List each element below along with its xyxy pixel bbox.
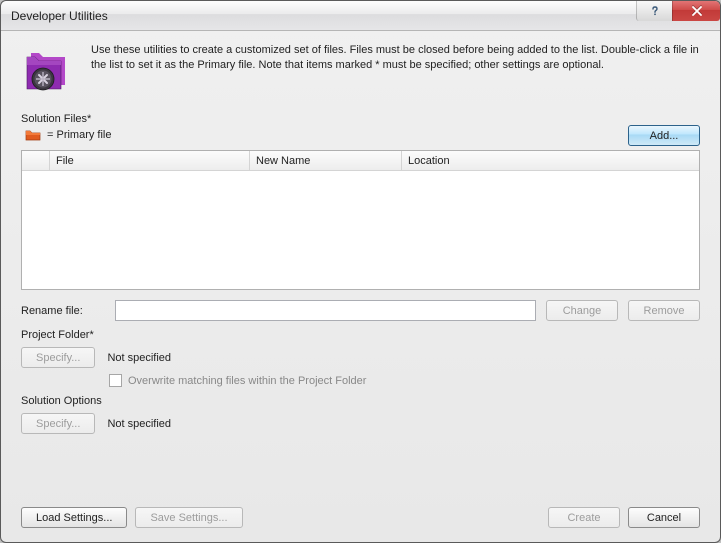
create-button[interactable]: Create [548, 507, 620, 528]
close-button[interactable] [672, 1, 720, 21]
solution-files-label: Solution Files* [21, 113, 700, 125]
save-settings-button[interactable]: Save Settings... [135, 507, 242, 528]
app-icon [21, 43, 77, 99]
remove-button[interactable]: Remove [628, 300, 700, 321]
overwrite-checkbox[interactable] [109, 374, 122, 387]
overwrite-row: Overwrite matching files within the Proj… [109, 374, 700, 387]
solution-options-row: Specify... Not specified [21, 413, 700, 434]
close-icon [691, 6, 703, 16]
file-table: File New Name Location [21, 150, 700, 290]
intro-text: Use these utilities to create a customiz… [91, 43, 700, 99]
load-settings-button[interactable]: Load Settings... [21, 507, 127, 528]
change-button[interactable]: Change [546, 300, 618, 321]
solution-options-status: Not specified [107, 418, 171, 430]
dialog-content: Use these utilities to create a customiz… [1, 31, 720, 542]
rename-row: Rename file: Change Remove [21, 300, 700, 321]
column-icon[interactable] [22, 151, 50, 170]
titlebar-buttons [636, 1, 720, 23]
column-file[interactable]: File [50, 151, 250, 170]
cancel-button[interactable]: Cancel [628, 507, 700, 528]
rename-label: Rename file: [21, 305, 105, 317]
project-folder-label: Project Folder* [21, 329, 700, 341]
column-new-name[interactable]: New Name [250, 151, 402, 170]
overwrite-label: Overwrite matching files within the Proj… [128, 375, 366, 387]
project-folder-row: Specify... Not specified [21, 347, 700, 368]
dialog-footer: Load Settings... Save Settings... Create… [21, 497, 700, 528]
help-icon [649, 5, 661, 17]
file-table-header: File New Name Location [22, 151, 699, 171]
add-button[interactable]: Add... [628, 125, 700, 146]
column-location[interactable]: Location [402, 151, 699, 170]
intro-row: Use these utilities to create a customiz… [21, 43, 700, 99]
window-title: Developer Utilities [11, 9, 108, 23]
file-table-body[interactable] [22, 171, 699, 289]
specify-project-button[interactable]: Specify... [21, 347, 95, 368]
solution-options-label: Solution Options [21, 395, 700, 407]
project-folder-status: Not specified [107, 352, 171, 364]
dialog-window: Developer Utilities [0, 0, 721, 543]
specify-options-button[interactable]: Specify... [21, 413, 95, 434]
titlebar: Developer Utilities [1, 1, 720, 31]
rename-input[interactable] [115, 300, 536, 321]
help-button[interactable] [636, 1, 672, 21]
